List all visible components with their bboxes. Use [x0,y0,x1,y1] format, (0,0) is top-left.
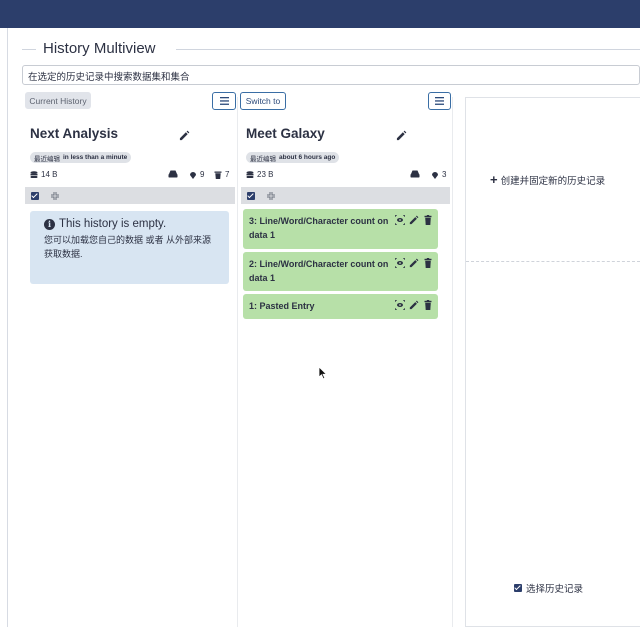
hdd-icon [168,170,178,178]
create-pin-history-label: 创建并固定新的历史记录 [500,176,606,187]
history-name: Next Analysis [30,126,119,141]
dataset-item[interactable]: 3: Line/Word/Character count on data 1 [243,209,438,249]
history-name: Meet Galaxy [246,126,325,141]
history-menu-button[interactable] [212,92,236,110]
dataset-item[interactable]: 1: Pasted Entry [243,294,438,319]
last-edited-badge: 最近编辑 about 6 hours ago [246,152,340,163]
empty-history-text: 您可以加载您自己的数据 或者 从外部来源获取数据. [44,233,215,261]
history-size: 14 B [30,170,57,179]
history-menu-button-2[interactable] [428,92,451,110]
empty-history-title-text: This history is empty. [59,218,167,230]
hidden-count[interactable]: 9 [189,170,204,179]
masthead [0,0,640,28]
hdd-icon [410,170,420,178]
hidden-count-value: 3 [442,170,447,179]
history-selection-toolbar [25,187,235,204]
database-icon [246,170,254,178]
trash-icon[interactable] [423,300,433,310]
header-rule-right [176,49,640,50]
last-edited-label: 最近编辑 [250,155,276,163]
page-title: History Multiview [43,40,156,57]
current-history-button[interactable]: Current History [25,92,91,109]
page-header: History Multiview [22,40,640,60]
hdd-stat[interactable] [410,170,420,178]
hdd-stat[interactable] [168,170,178,178]
select-histories-button[interactable]: 选择历史记录 [514,581,583,595]
deleted-count-value: 7 [225,170,230,179]
dataset-actions [395,215,433,225]
hidden-count[interactable]: 3 [431,170,446,179]
dataset-actions [395,300,433,310]
info-circle-icon: i [44,218,55,230]
edit-pencil-icon[interactable] [396,130,407,141]
eye-icon[interactable] [395,258,405,268]
last-edited-time: in less than a minute [63,154,128,161]
dataset-item[interactable]: 2: Line/Word/Character count on data 1 [243,252,438,291]
last-edited-label: 最近编辑 [34,155,60,163]
history-size: 23 B [246,170,273,179]
empty-history-title: i This history is empty. [44,218,215,230]
column-divider [452,97,453,627]
header-rule-left [22,49,36,50]
collapse-icon[interactable] [51,191,59,200]
dataset-title[interactable]: 3: Line/Word/Character count on data 1 [249,214,389,242]
dataset-title[interactable]: 2: Line/Word/Character count on data 1 [249,257,389,285]
trash-icon[interactable] [423,258,433,268]
select-all-checkbox[interactable] [31,191,39,200]
left-border [7,28,8,627]
trash-icon[interactable] [423,215,433,225]
last-edited-time: about 6 hours ago [279,154,336,161]
column-divider [237,97,238,627]
edit-pencil-icon[interactable] [179,130,190,141]
list-icon [435,97,444,105]
panel-divider [466,261,640,262]
eye-icon[interactable] [395,215,405,225]
mouse-cursor-icon [318,366,328,380]
period-text: . [80,249,83,259]
trash-icon [214,171,222,179]
switch-to-button[interactable]: Switch to [240,92,286,110]
map-marker-icon [190,171,196,179]
select-all-checkbox[interactable] [247,191,255,200]
select-histories-label: 选择历史记录 [526,584,584,595]
edit-pencil-icon[interactable] [409,300,419,310]
history-selection-toolbar [241,187,450,204]
eye-icon[interactable] [395,300,405,310]
database-icon [30,170,38,178]
map-marker-icon [432,171,438,179]
pinned-histories-panel: + 创建并固定新的历史记录 选择历史记录 [465,97,640,627]
create-pin-history-button[interactable]: + 创建并固定新的历史记录 [490,173,605,187]
dataset-title[interactable]: 1: Pasted Entry [249,299,389,313]
or-text: 或者 [143,235,167,245]
plus-icon: + [490,172,498,187]
deleted-count[interactable]: 7 [214,170,229,179]
upload-data-link[interactable]: 您可以加载您自己的数据 [44,235,143,245]
collapse-icon[interactable] [267,191,275,200]
last-edited-badge: 最近编辑 in less than a minute [30,152,132,163]
edit-pencil-icon[interactable] [409,258,419,268]
empty-history-alert: i This history is empty. 您可以加载您自己的数据 或者 … [30,211,229,284]
history-size-value: 14 B [41,170,58,179]
dataset-actions [395,258,433,268]
hidden-count-value: 9 [200,170,205,179]
checkbox-icon [514,584,522,592]
edit-pencil-icon[interactable] [409,215,419,225]
history-size-value: 23 B [257,170,274,179]
list-icon [219,97,229,105]
history-search-input[interactable]: 在选定的历史记录中搜索数据集和集合 [22,65,640,85]
